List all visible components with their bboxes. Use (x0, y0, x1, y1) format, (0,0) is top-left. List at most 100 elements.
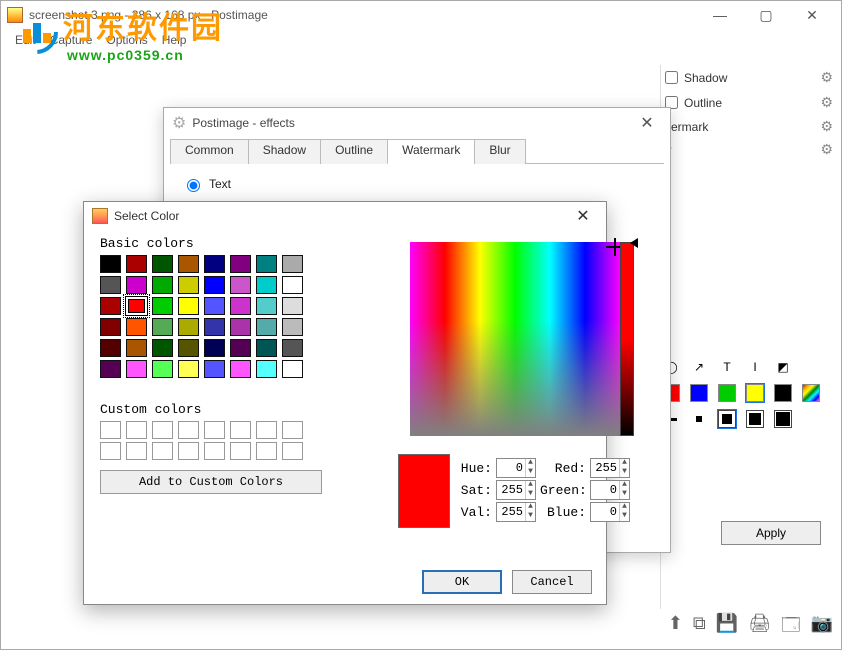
text-radio[interactable] (187, 179, 200, 192)
basic-color-swatch[interactable] (100, 360, 121, 378)
shadow-checkbox[interactable] (665, 71, 678, 84)
basic-color-swatch[interactable] (282, 255, 303, 273)
basic-color-swatch[interactable] (256, 318, 277, 336)
size-option[interactable] (717, 409, 737, 429)
caret-icon[interactable]: I (745, 357, 765, 377)
green-input[interactable]: ▲▼ (590, 480, 630, 500)
basic-color-swatch[interactable] (126, 255, 147, 273)
basic-color-swatch[interactable] (126, 360, 147, 378)
tab-shadow[interactable]: Shadow (248, 139, 321, 164)
basic-color-swatch[interactable] (100, 276, 121, 294)
basic-color-swatch[interactable] (152, 360, 173, 378)
basic-color-swatch[interactable] (230, 339, 251, 357)
basic-color-swatch[interactable] (152, 276, 173, 294)
basic-color-swatch[interactable] (230, 255, 251, 273)
color-swatch[interactable] (717, 383, 737, 403)
basic-color-swatch[interactable] (100, 318, 121, 336)
basic-color-swatch[interactable] (204, 360, 225, 378)
copy-icon[interactable]: ⧉ (693, 613, 706, 643)
basic-color-swatch[interactable] (256, 255, 277, 273)
save-icon[interactable]: 💾 (716, 613, 738, 643)
custom-color-swatch[interactable] (204, 421, 225, 439)
arrow-icon[interactable]: ↗ (689, 357, 709, 377)
basic-color-swatch[interactable] (230, 276, 251, 294)
custom-color-swatch[interactable] (178, 442, 199, 460)
hue-sat-field[interactable] (410, 242, 620, 436)
apply-button[interactable]: Apply (721, 521, 821, 545)
color-swatch[interactable] (689, 383, 709, 403)
basic-color-swatch[interactable] (282, 339, 303, 357)
side-item-blur[interactable]: ur ⚙ (657, 138, 837, 161)
value-slider[interactable] (620, 242, 634, 436)
basic-color-swatch[interactable] (152, 255, 173, 273)
custom-color-swatch[interactable] (126, 442, 147, 460)
rainbow-swatch[interactable] (801, 383, 821, 403)
basic-color-swatch[interactable] (204, 297, 225, 315)
menu-edit[interactable]: Edit (9, 31, 42, 49)
red-field[interactable] (591, 459, 619, 477)
tab-common[interactable]: Common (170, 139, 249, 164)
basic-color-swatch[interactable] (256, 339, 277, 357)
chevron-down-icon[interactable]: ▼ (620, 490, 629, 499)
upload-icon[interactable]: ⬆ (668, 613, 683, 643)
add-custom-button[interactable]: Add to Custom Colors (100, 470, 322, 494)
custom-color-swatch[interactable] (282, 442, 303, 460)
hue-input[interactable]: ▲▼ (496, 458, 536, 478)
close-button[interactable]: ✕ (789, 1, 835, 29)
menu-capture[interactable]: Capture (44, 31, 99, 49)
side-item-watermark[interactable]: atermark ⚙ (657, 115, 837, 138)
gear-icon[interactable]: ⚙ (820, 118, 833, 135)
basic-color-swatch[interactable] (100, 255, 121, 273)
gear-icon[interactable]: ⚙ (820, 94, 833, 111)
custom-color-swatch[interactable] (282, 421, 303, 439)
browser-icon[interactable]: 🗔 (781, 613, 801, 643)
basic-color-swatch[interactable] (152, 339, 173, 357)
basic-color-swatch[interactable] (100, 297, 121, 315)
tab-watermark[interactable]: Watermark (387, 139, 475, 164)
minimize-button[interactable]: — (697, 1, 743, 29)
tab-outline[interactable]: Outline (320, 139, 388, 164)
side-item-shadow[interactable]: Shadow ⚙ (657, 65, 837, 90)
basic-color-swatch[interactable] (282, 297, 303, 315)
size-option[interactable] (689, 409, 709, 429)
basic-color-swatch[interactable] (178, 318, 199, 336)
hue-field[interactable] (497, 459, 525, 477)
custom-color-swatch[interactable] (256, 421, 277, 439)
custom-color-swatch[interactable] (152, 442, 173, 460)
camera-icon[interactable]: 📷 (811, 613, 833, 643)
blue-input[interactable]: ▲▼ (590, 502, 630, 522)
chevron-down-icon[interactable]: ▼ (620, 512, 629, 521)
menu-help[interactable]: Help (156, 31, 193, 49)
cancel-button[interactable]: Cancel (512, 570, 592, 594)
color-close-button[interactable]: ✕ (568, 206, 598, 226)
custom-color-swatch[interactable] (100, 442, 121, 460)
color-swatch[interactable] (773, 383, 793, 403)
basic-color-swatch[interactable] (126, 276, 147, 294)
ok-button[interactable]: OK (422, 570, 502, 594)
custom-color-swatch[interactable] (152, 421, 173, 439)
basic-color-swatch[interactable] (178, 255, 199, 273)
sat-field[interactable] (497, 481, 525, 499)
val-input[interactable]: ▲▼ (496, 502, 536, 522)
basic-color-swatch[interactable] (256, 297, 277, 315)
side-item-outline[interactable]: Outline ⚙ (657, 90, 837, 115)
basic-color-swatch[interactable] (230, 318, 251, 336)
basic-color-swatch[interactable] (178, 276, 199, 294)
basic-color-swatch[interactable] (256, 360, 277, 378)
red-input[interactable]: ▲▼ (590, 458, 630, 478)
gear-icon[interactable]: ⚙ (820, 141, 833, 158)
custom-color-swatch[interactable] (230, 442, 251, 460)
color-swatch[interactable] (745, 383, 765, 403)
custom-color-swatch[interactable] (204, 442, 225, 460)
maximize-button[interactable]: ▢ (743, 1, 789, 29)
basic-color-swatch[interactable] (204, 339, 225, 357)
basic-color-swatch[interactable] (230, 360, 251, 378)
basic-color-swatch[interactable] (178, 339, 199, 357)
custom-color-swatch[interactable] (256, 442, 277, 460)
basic-color-swatch[interactable] (230, 297, 251, 315)
basic-color-swatch[interactable] (152, 318, 173, 336)
chevron-down-icon[interactable]: ▼ (620, 468, 629, 477)
tab-blur[interactable]: Blur (474, 139, 525, 164)
menu-options[interactable]: Options (100, 31, 153, 49)
crop-icon[interactable]: ◩ (773, 357, 793, 377)
